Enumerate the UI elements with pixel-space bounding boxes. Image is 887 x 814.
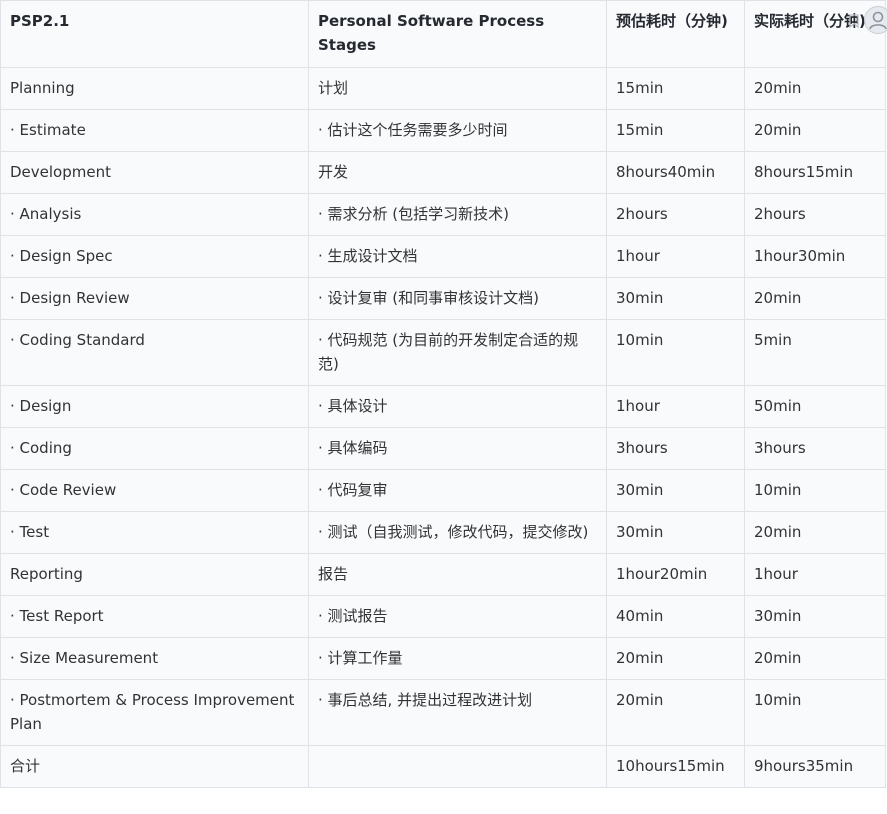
cell-psp-stage: · Test (0, 511, 309, 554)
table-row: · Design Spec · 生成设计文档 1hour 1hour30min (0, 235, 886, 278)
cell-actual-time: 20min (744, 109, 886, 152)
cell-estimated-time: 30min (606, 469, 745, 512)
cell-psp-stage: 合计 (0, 745, 309, 788)
cell-psp-stage: · Coding (0, 427, 309, 470)
cell-actual-time: 2hours (744, 193, 886, 236)
cell-actual-time: 5min (744, 319, 886, 386)
cell-actual-time: 20min (744, 67, 886, 110)
table-row: Reporting 报告 1hour20min 1hour (0, 553, 886, 596)
table-row: · Analysis · 需求分析 (包括学习新技术) 2hours 2hours (0, 193, 886, 236)
table-row: · Postmortem & Process Improvement Plan ·… (0, 679, 886, 746)
cell-process-stage: · 估计这个任务需要多少时间 (308, 109, 607, 152)
cell-actual-time: 50min (744, 385, 886, 428)
table-row: · Coding · 具体编码 3hours 3hours (0, 427, 886, 470)
table-row: · Test Report · 测试报告 40min 30min (0, 595, 886, 638)
bookmark-icon[interactable] (849, 14, 859, 28)
cell-psp-stage: · Design Review (0, 277, 309, 320)
cell-estimated-time: 1hour20min (606, 553, 745, 596)
cell-estimated-time: 1hour (606, 385, 745, 428)
cell-psp-stage: · Size Measurement (0, 637, 309, 680)
cell-psp-stage: · Test Report (0, 595, 309, 638)
cell-actual-time: 1hour (744, 553, 886, 596)
header-row: PSP2.1 Personal Software Process Stages … (0, 0, 886, 68)
cell-actual-time: 20min (744, 511, 886, 554)
psp-table-body: Planning 计划 15min 20min · Estimate · 估计这个任务需要… (0, 67, 886, 788)
cell-estimated-time: 10hours15min (606, 745, 745, 788)
cell-process-stage: · 生成设计文档 (308, 235, 607, 278)
table-row: 合计 10hours15min 9hours35min (0, 745, 886, 788)
cell-estimated-time: 40min (606, 595, 745, 638)
cell-process-stage: 计划 (308, 67, 607, 110)
cell-actual-time: 20min (744, 637, 886, 680)
cell-process-stage: · 事后总结, 并提出过程改进计划 (308, 679, 607, 746)
cell-process-stage: · 具体编码 (308, 427, 607, 470)
cell-actual-time: 20min (744, 277, 886, 320)
cell-process-stage: · 测试（自我测试，修改代码，提交修改) (308, 511, 607, 554)
cell-actual-time: 1hour30min (744, 235, 886, 278)
psp-table: PSP2.1 Personal Software Process Stages … (0, 0, 886, 788)
table-row: · Design Review · 设计复审 (和同事审核设计文档) 30min 20… (0, 277, 886, 320)
cell-actual-time: 3hours (744, 427, 886, 470)
table-row: · Size Measurement · 计算工作量 20min 20min (0, 637, 886, 680)
cell-psp-stage: Reporting (0, 553, 309, 596)
user-avatar-icon[interactable] (864, 6, 887, 34)
table-row: Development 开发 8hours40min 8hours15min (0, 151, 886, 194)
cell-estimated-time: 15min (606, 67, 745, 110)
table-row: · Coding Standard · 代码规范 (为目前的开发制定合适的规范) 1… (0, 319, 886, 386)
cell-estimated-time: 1hour (606, 235, 745, 278)
header-cell-psp: PSP2.1 (0, 0, 309, 68)
psp-table-header: PSP2.1 Personal Software Process Stages … (0, 0, 886, 68)
cell-estimated-time: 2hours (606, 193, 745, 236)
header-cell-stages: Personal Software Process Stages (308, 0, 607, 68)
cell-psp-stage: · Postmortem & Process Improvement Plan (0, 679, 309, 746)
header-cell-estimated-time: 预估耗时（分钟) (606, 0, 745, 68)
cell-process-stage (308, 745, 607, 788)
cell-psp-stage: Planning (0, 67, 309, 110)
table-row: · Design · 具体设计 1hour 50min (0, 385, 886, 428)
cell-process-stage: 报告 (308, 553, 607, 596)
cell-psp-stage: · Estimate (0, 109, 309, 152)
cell-psp-stage: · Design Spec (0, 235, 309, 278)
cell-psp-stage: · Design (0, 385, 309, 428)
cell-estimated-time: 15min (606, 109, 745, 152)
cell-actual-time: 10min (744, 469, 886, 512)
cell-actual-time: 30min (744, 595, 886, 638)
table-row: Planning 计划 15min 20min (0, 67, 886, 110)
table-row: · Code Review · 代码复审 30min 10min (0, 469, 886, 512)
cell-estimated-time: 30min (606, 511, 745, 554)
cell-estimated-time: 8hours40min (606, 151, 745, 194)
cell-psp-stage: · Code Review (0, 469, 309, 512)
cell-process-stage: · 设计复审 (和同事审核设计文档) (308, 277, 607, 320)
cell-process-stage: · 代码规范 (为目前的开发制定合适的规范) (308, 319, 607, 386)
cell-process-stage: · 计算工作量 (308, 637, 607, 680)
cell-process-stage: · 具体设计 (308, 385, 607, 428)
cell-process-stage: · 代码复审 (308, 469, 607, 512)
cell-estimated-time: 10min (606, 319, 745, 386)
cell-actual-time: 9hours35min (744, 745, 886, 788)
cell-estimated-time: 30min (606, 277, 745, 320)
cell-estimated-time: 3hours (606, 427, 745, 470)
cell-actual-time: 8hours15min (744, 151, 886, 194)
cell-process-stage: · 需求分析 (包括学习新技术) (308, 193, 607, 236)
header-cell-actual-time: 实际耗时（分钟) (744, 0, 886, 68)
cell-actual-time: 10min (744, 679, 886, 746)
cell-psp-stage: Development (0, 151, 309, 194)
cell-psp-stage: · Analysis (0, 193, 309, 236)
table-row: · Estimate · 估计这个任务需要多少时间 15min 20min (0, 109, 886, 152)
cell-estimated-time: 20min (606, 679, 745, 746)
cell-psp-stage: · Coding Standard (0, 319, 309, 386)
cell-process-stage: 开发 (308, 151, 607, 194)
cell-estimated-time: 20min (606, 637, 745, 680)
table-row: · Test · 测试（自我测试，修改代码，提交修改) 30min 20min (0, 511, 886, 554)
cell-process-stage: · 测试报告 (308, 595, 607, 638)
